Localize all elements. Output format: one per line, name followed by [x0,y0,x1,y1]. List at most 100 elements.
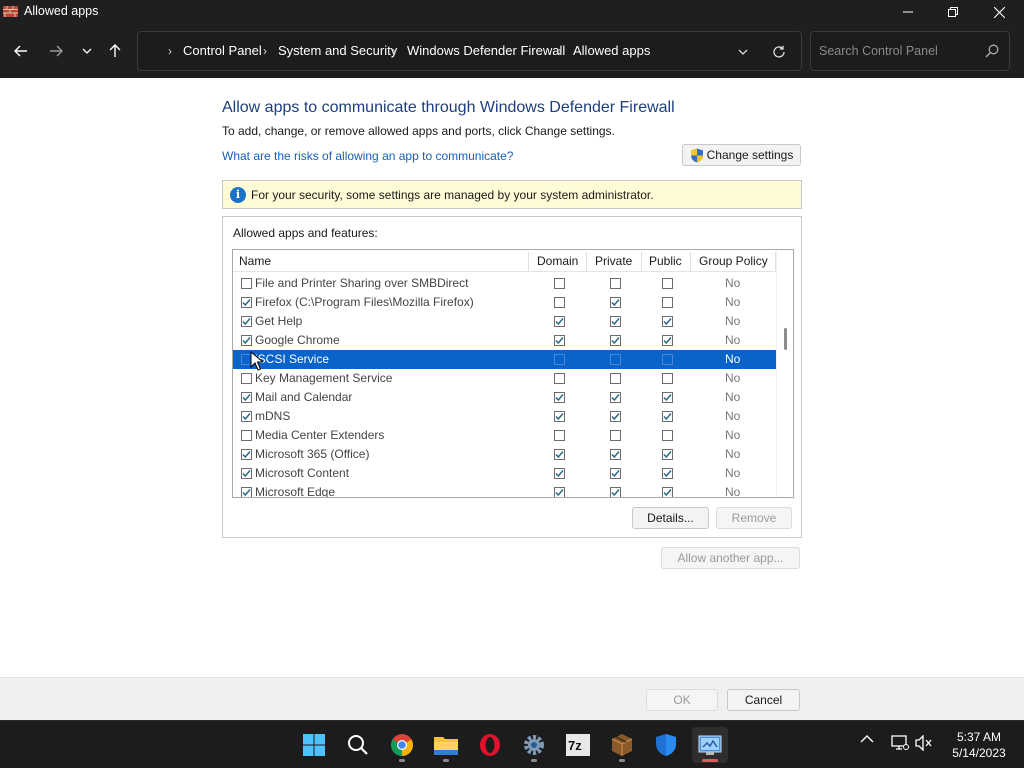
column-divider[interactable] [586,252,587,271]
address-bar[interactable]: › Control Panel › System and Security › … [137,31,802,71]
clock[interactable]: 5:37 AM 5/14/2023 [944,729,1014,761]
taskbar-chrome[interactable] [384,727,420,763]
close-button[interactable] [976,0,1022,24]
ok-button[interactable]: OK [646,689,718,711]
up-button[interactable] [102,39,128,63]
domain-checkbox[interactable] [554,392,565,403]
table-row[interactable]: Media Center Extenders No [233,426,776,445]
table-row[interactable]: Get Help No [233,312,776,331]
public-checkbox[interactable] [662,297,673,308]
scrollbar-thumb[interactable] [784,328,787,350]
minimize-button[interactable] [885,0,931,24]
public-checkbox[interactable] [662,411,673,422]
start-button[interactable] [296,727,332,763]
public-checkbox[interactable] [662,468,673,479]
table-row[interactable]: Mail and Calendar No [233,388,776,407]
private-checkbox[interactable] [610,373,621,384]
app-enabled-checkbox[interactable] [241,449,252,460]
search-icon[interactable] [985,44,999,63]
restore-button[interactable] [930,0,976,24]
domain-checkbox[interactable] [554,316,565,327]
change-settings-button[interactable]: Change settings [682,144,801,166]
app-enabled-checkbox[interactable] [241,392,252,403]
domain-checkbox[interactable] [554,335,565,346]
domain-checkbox[interactable] [554,354,565,365]
breadcrumb-firewall[interactable]: Windows Defender Firewall [407,43,565,58]
recent-locations-button[interactable] [74,39,100,63]
search-input[interactable] [819,42,979,60]
breadcrumb-control-panel[interactable]: Control Panel [183,43,262,58]
table-row[interactable]: Firefox (C:\Program Files\Mozilla Firefo… [233,293,776,312]
public-checkbox[interactable] [662,316,673,327]
private-checkbox[interactable] [610,392,621,403]
private-checkbox[interactable] [610,316,621,327]
address-history-button[interactable] [733,43,753,61]
taskbar-opera[interactable] [472,727,508,763]
taskbar-7zip[interactable]: 7z [560,727,596,763]
volume-button[interactable] [915,735,933,751]
table-row[interactable]: Microsoft Content No [233,464,776,483]
taskbar-search-button[interactable] [340,727,376,763]
private-checkbox[interactable] [610,430,621,441]
private-checkbox[interactable] [610,487,621,497]
table-row[interactable]: Microsoft 365 (Office) No [233,445,776,464]
taskbar-archive-app[interactable] [604,727,640,763]
column-header-public[interactable]: Public [649,250,682,272]
breadcrumb-system-security[interactable]: System and Security [278,43,397,58]
domain-checkbox[interactable] [554,468,565,479]
table-row[interactable]: Google Chrome No [233,331,776,350]
public-checkbox[interactable] [662,354,673,365]
taskbar-settings[interactable] [516,727,552,763]
risks-link[interactable]: What are the risks of allowing an app to… [222,149,513,163]
app-enabled-checkbox[interactable] [241,487,252,497]
app-enabled-checkbox[interactable] [241,335,252,346]
domain-checkbox[interactable] [554,411,565,422]
app-enabled-checkbox[interactable] [241,430,252,441]
app-enabled-checkbox[interactable] [241,468,252,479]
network-button[interactable] [891,735,909,751]
domain-checkbox[interactable] [554,487,565,497]
taskbar-control-panel[interactable] [692,727,728,763]
public-checkbox[interactable] [662,335,673,346]
public-checkbox[interactable] [662,373,673,384]
public-checkbox[interactable] [662,487,673,497]
column-divider[interactable] [641,252,642,271]
private-checkbox[interactable] [610,354,621,365]
app-enabled-checkbox[interactable] [241,278,252,289]
allowed-apps-list[interactable]: Name Domain Private Public Group Policy … [232,249,794,498]
table-row[interactable]: File and Printer Sharing over SMBDirect N… [233,274,776,293]
app-enabled-checkbox[interactable] [241,373,252,384]
public-checkbox[interactable] [662,430,673,441]
remove-button[interactable]: Remove [716,507,792,529]
private-checkbox[interactable] [610,278,621,289]
domain-checkbox[interactable] [554,297,565,308]
table-row[interactable]: Key Management Service No [233,369,776,388]
domain-checkbox[interactable] [554,278,565,289]
taskbar-file-explorer[interactable] [428,727,464,763]
search-box[interactable] [810,31,1010,71]
domain-checkbox[interactable] [554,449,565,460]
private-checkbox[interactable] [610,297,621,308]
app-enabled-checkbox[interactable] [241,411,252,422]
table-row[interactable]: mDNS No [233,407,776,426]
domain-checkbox[interactable] [554,430,565,441]
forward-button[interactable] [43,39,69,63]
public-checkbox[interactable] [662,278,673,289]
cancel-button[interactable]: Cancel [727,689,800,711]
app-enabled-checkbox[interactable] [241,297,252,308]
private-checkbox[interactable] [610,449,621,460]
back-button[interactable] [8,39,34,63]
column-divider[interactable] [690,252,691,271]
show-hidden-icons-button[interactable] [860,735,874,743]
column-header-domain[interactable]: Domain [537,250,578,272]
details-button[interactable]: Details... [632,507,709,529]
app-enabled-checkbox[interactable] [241,316,252,327]
column-header-name[interactable]: Name [239,250,271,272]
column-header-private[interactable]: Private [595,250,632,272]
private-checkbox[interactable] [610,411,621,422]
table-row[interactable]: iSCSI Service No [233,350,776,369]
table-row[interactable]: Microsoft Edge No [233,483,776,497]
private-checkbox[interactable] [610,335,621,346]
vertical-scrollbar[interactable] [776,250,793,497]
allow-another-app-button[interactable]: Allow another app... [661,547,800,569]
